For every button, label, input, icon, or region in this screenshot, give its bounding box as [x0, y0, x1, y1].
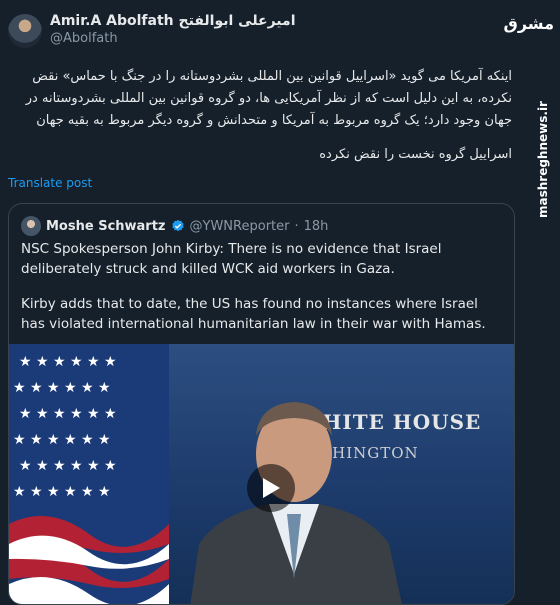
post-paragraph-1: اینکه آمریکا می گوید «اسراییل قوانین بین…	[25, 69, 512, 128]
play-icon	[263, 478, 280, 498]
author-handle[interactable]: @Abolfath	[50, 30, 296, 48]
translate-post-link[interactable]: Translate post	[8, 176, 92, 190]
quoted-post-time[interactable]: 18h	[304, 219, 329, 234]
quoted-post[interactable]: Moshe Schwartz @YWNReporter · 18h NSC Sp…	[8, 203, 515, 605]
quoted-paragraph-1: NSC Spokesperson John Kirby: There is no…	[21, 241, 442, 277]
author-name[interactable]: Amir.A Abolfath امیرعلی ابوالفتح	[50, 12, 296, 30]
svg-text:★ ★ ★ ★ ★ ★: ★ ★ ★ ★ ★ ★	[13, 484, 111, 500]
quoted-post-text: NSC Spokesperson John Kirby: There is no…	[21, 240, 502, 334]
quoted-author-name[interactable]: Moshe Schwartz	[46, 219, 166, 234]
quoted-paragraph-2: Kirby adds that to date, the US has foun…	[21, 296, 486, 332]
mashregh-logo: مشرق	[503, 14, 554, 33]
author-block[interactable]: Amir.A Abolfath امیرعلی ابوالفتح @Abolfa…	[50, 12, 296, 48]
quoted-post-header: Moshe Schwartz @YWNReporter · 18h	[21, 216, 328, 236]
svg-text:★ ★ ★ ★ ★ ★: ★ ★ ★ ★ ★ ★	[19, 406, 117, 422]
svg-text:★ ★ ★ ★ ★ ★: ★ ★ ★ ★ ★ ★	[13, 380, 111, 396]
watermark-site: mashreghnews.ir	[536, 101, 550, 218]
svg-text:★ ★ ★ ★ ★ ★: ★ ★ ★ ★ ★ ★	[19, 354, 117, 370]
author-avatar[interactable]	[8, 14, 42, 48]
watermark-strip: مشرق mashreghnews.ir	[504, 0, 560, 594]
post-text: اینکه آمریکا می گوید «اسراییل قوانین بین…	[8, 66, 512, 166]
play-button[interactable]	[247, 464, 295, 512]
svg-text:★ ★ ★ ★ ★ ★: ★ ★ ★ ★ ★ ★	[19, 458, 117, 474]
verified-badge-icon	[171, 219, 184, 232]
meta-separator: ·	[294, 218, 299, 234]
us-flag-image: ★ ★ ★ ★ ★ ★ ★ ★ ★ ★ ★ ★ ★ ★ ★ ★ ★ ★ ★ ★ …	[9, 344, 169, 604]
tweet: Amir.A Abolfath امیرعلی ابوالفتح @Abolfa…	[0, 0, 530, 605]
post-paragraph-2: اسراییل گروه نخست را نقض نکرده	[319, 147, 512, 162]
quoted-author-handle[interactable]: @YWNReporter	[190, 219, 290, 234]
video-thumbnail[interactable]: ★ ★ ★ ★ ★ ★ ★ ★ ★ ★ ★ ★ ★ ★ ★ ★ ★ ★ ★ ★ …	[9, 344, 514, 604]
svg-text:★ ★ ★ ★ ★ ★: ★ ★ ★ ★ ★ ★	[13, 432, 111, 448]
quoted-author-avatar[interactable]	[21, 216, 41, 236]
